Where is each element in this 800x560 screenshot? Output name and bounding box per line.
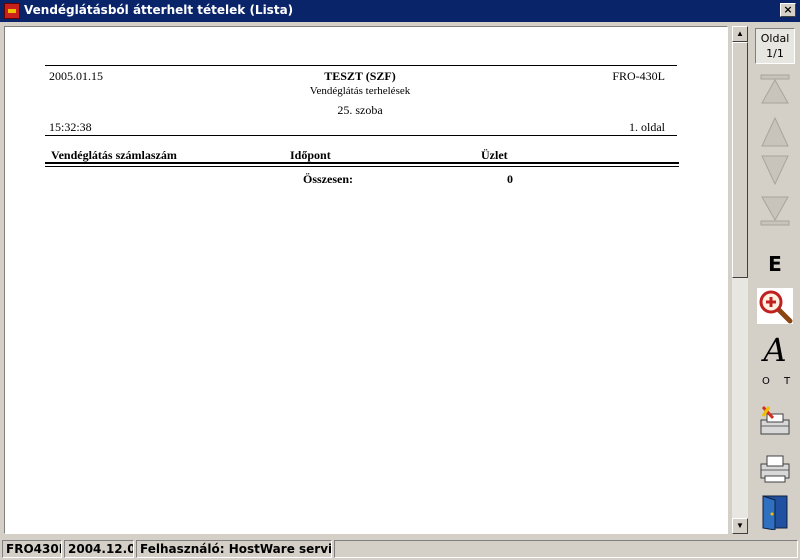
total-value: 0 xyxy=(507,172,513,186)
report-room: 25. szoba xyxy=(337,103,383,117)
printer-icon[interactable] xyxy=(757,450,793,486)
vertical-scrollbar[interactable]: ▲ ▼ xyxy=(732,26,748,534)
font-option-o[interactable]: O xyxy=(762,376,770,387)
zoom-in-icon[interactable] xyxy=(757,288,793,324)
title-bar: Vendéglátásból átterhelt tételek (Lista)… xyxy=(0,0,800,22)
scroll-up-button[interactable]: ▲ xyxy=(732,26,748,42)
total-label: Összesen: xyxy=(303,172,353,186)
columns-double-rule-bottom xyxy=(45,166,679,167)
columns-double-rule-top xyxy=(45,162,679,164)
right-toolbar: Oldal 1/1 E A O T xyxy=(752,26,798,534)
report-preview: 2005.01.15 TESZT (SZF) FRO-430L Vendéglá… xyxy=(4,26,728,534)
next-page-icon[interactable] xyxy=(757,152,793,188)
report-date: 2005.01.15 xyxy=(49,69,103,83)
scroll-down-button[interactable]: ▼ xyxy=(732,518,748,534)
column-header-time: Időpont xyxy=(290,148,331,162)
header-bottom-rule xyxy=(45,135,677,136)
font-icon[interactable]: A xyxy=(757,332,793,368)
report-company: TESZT (SZF) xyxy=(324,69,396,83)
exit-door-icon[interactable] xyxy=(757,494,793,530)
window-title: Vendéglátásból átterhelt tételek (Lista) xyxy=(24,3,294,17)
status-date: 2004.12.06 xyxy=(64,540,134,558)
app-icon[interactable] xyxy=(4,3,20,19)
report-time: 15:32:38 xyxy=(49,120,92,134)
e-button[interactable]: E xyxy=(757,246,793,282)
status-empty-panel xyxy=(334,540,798,558)
close-button[interactable]: × xyxy=(780,3,796,17)
column-header-invoice: Vendéglátás számlaszám xyxy=(51,148,177,162)
page-indicator: Oldal 1/1 xyxy=(755,28,795,64)
status-module: FRO430L xyxy=(2,540,62,558)
page-indicator-label: Oldal xyxy=(760,32,790,45)
scroll-thumb[interactable] xyxy=(732,42,748,278)
previous-page-icon[interactable] xyxy=(757,114,793,150)
report-code: FRO-430L xyxy=(612,69,665,83)
status-user: Felhasználó: HostWare service xyxy=(136,540,332,558)
printer-setup-icon[interactable] xyxy=(757,404,793,440)
last-page-icon[interactable] xyxy=(757,192,793,228)
font-option-t[interactable]: T xyxy=(784,376,790,387)
report-subtitle: Vendéglátás terhelések xyxy=(309,85,411,97)
status-bar: FRO430L 2004.12.06 Felhasználó: HostWare… xyxy=(0,538,800,560)
report-page: 1. oldal xyxy=(629,120,665,134)
first-page-icon[interactable] xyxy=(757,72,793,108)
page-indicator-value: 1/1 xyxy=(766,47,784,60)
column-header-shop: Üzlet xyxy=(481,148,508,162)
header-top-rule xyxy=(45,65,677,66)
